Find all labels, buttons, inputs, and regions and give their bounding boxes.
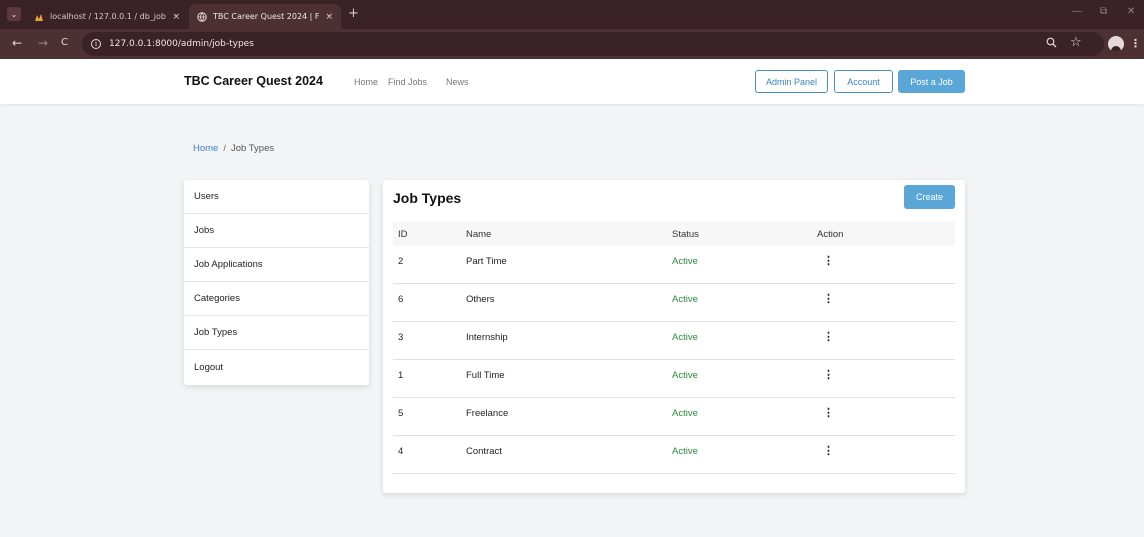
column-header-id: ID [398,228,408,240]
kebab-menu-icon[interactable]: ⋮ [823,256,834,267]
sidebar-item-job-types[interactable]: Job Types [184,316,369,350]
table-row: 2 Part Time Active ⋮ [393,246,955,284]
cell-id: 6 [398,294,404,305]
cell-id: 2 [398,256,404,267]
profile-avatar-icon[interactable] [1108,36,1124,52]
breadcrumb-home[interactable]: Home [193,143,218,154]
site-info-icon[interactable]: i [91,39,101,49]
table-row: 5 Freelance Active ⋮ [393,398,955,436]
site-header: TBC Career Quest 2024 Home Find Jobs New… [0,59,1144,104]
tab-search-chevron-icon[interactable]: ⌄ [7,7,21,21]
cell-id: 4 [398,446,404,457]
close-icon[interactable]: × [325,12,333,22]
tab-phpmyadmin[interactable]: localhost / 127.0.0.1 / db_job_p × [26,4,188,29]
cell-id: 3 [398,332,404,343]
url-text: 127.0.0.1:8000/admin/job-types [109,39,254,49]
window-close-icon[interactable]: ✕ [1127,6,1135,17]
forward-icon[interactable]: → [38,36,48,50]
admin-sidebar: Users Jobs Job Applications Categories J… [184,180,369,385]
sidebar-item-categories[interactable]: Categories [184,282,369,316]
reload-icon[interactable]: C [61,37,68,48]
kebab-menu-icon[interactable]: ⋮ [823,332,834,343]
browser-menu-icon[interactable]: ⋮ [1130,37,1141,50]
brand-logo[interactable]: TBC Career Quest 2024 [184,74,323,88]
admin-panel-button[interactable]: Admin Panel [755,70,828,93]
bookmark-star-icon[interactable]: ☆ [1070,35,1082,50]
page-title: Job Types [393,190,462,206]
restore-icon[interactable]: ⧉ [1100,6,1107,17]
close-icon[interactable]: × [172,12,180,22]
nav-find-jobs[interactable]: Find Jobs [388,77,427,87]
post-job-button[interactable]: Post a Job [898,70,965,93]
nav-news[interactable]: News [446,77,469,87]
cell-name: Internship [466,332,508,343]
breadcrumb-current: Job Types [230,143,275,154]
address-bar[interactable]: i 127.0.0.1:8000/admin/job-types [82,32,1104,56]
job-types-card: Job Types Create ID Name Status Action 2… [383,180,965,493]
status-badge: Active [672,294,698,305]
status-badge: Active [672,446,698,457]
table-header: ID Name Status Action [393,222,955,246]
kebab-menu-icon[interactable]: ⋮ [823,446,834,457]
sidebar-item-job-applications[interactable]: Job Applications [184,248,369,282]
sidebar-item-logout[interactable]: Logout [184,350,369,384]
table-row: 4 Contract Active ⋮ [393,436,955,474]
breadcrumb-separator: / [223,143,226,154]
minimize-icon[interactable]: — [1072,6,1082,17]
cell-id: 1 [398,370,404,381]
browser-tabstrip: ⌄ localhost / 127.0.0.1 / db_job_p × TBC… [0,0,1144,29]
browser-toolbar: ← → C i 127.0.0.1:8000/admin/job-types ☆… [0,29,1144,59]
column-header-action: Action [817,228,844,240]
status-badge: Active [672,332,698,343]
job-types-table: ID Name Status Action 2 Part Time Active… [393,222,955,474]
sidebar-item-jobs[interactable]: Jobs [184,214,369,248]
table-row: 6 Others Active ⋮ [393,284,955,322]
cell-name: Full Time [466,370,505,381]
create-button[interactable]: Create [904,185,955,209]
phpmyadmin-icon [34,12,44,22]
zoom-icon[interactable] [1046,37,1057,51]
kebab-menu-icon[interactable]: ⋮ [823,370,834,381]
back-icon[interactable]: ← [12,36,22,50]
column-header-name: Name [466,228,492,240]
cell-name: Freelance [466,408,509,419]
cell-name: Part Time [466,256,507,267]
kebab-menu-icon[interactable]: ⋮ [823,294,834,305]
status-badge: Active [672,370,698,381]
kebab-menu-icon[interactable]: ⋮ [823,408,834,419]
tab-label: localhost / 127.0.0.1 / db_job_p [50,12,167,21]
status-badge: Active [672,408,698,419]
tab-label: TBC Career Quest 2024 | Find B [213,12,319,21]
new-tab-icon[interactable]: + [348,6,359,21]
table-row: 1 Full Time Active ⋮ [393,360,955,398]
breadcrumb: Home / Job Types [193,143,274,154]
cell-name: Others [466,294,495,305]
account-button[interactable]: Account [834,70,893,93]
status-badge: Active [672,256,698,267]
tab-career-quest[interactable]: TBC Career Quest 2024 | Find B × [189,4,341,29]
table-row: 3 Internship Active ⋮ [393,322,955,360]
cell-name: Contract [466,446,502,457]
sidebar-item-users[interactable]: Users [184,180,369,214]
cell-id: 5 [398,408,404,419]
globe-icon [197,11,207,22]
column-header-status: Status [672,228,699,240]
nav-home[interactable]: Home [354,77,378,87]
